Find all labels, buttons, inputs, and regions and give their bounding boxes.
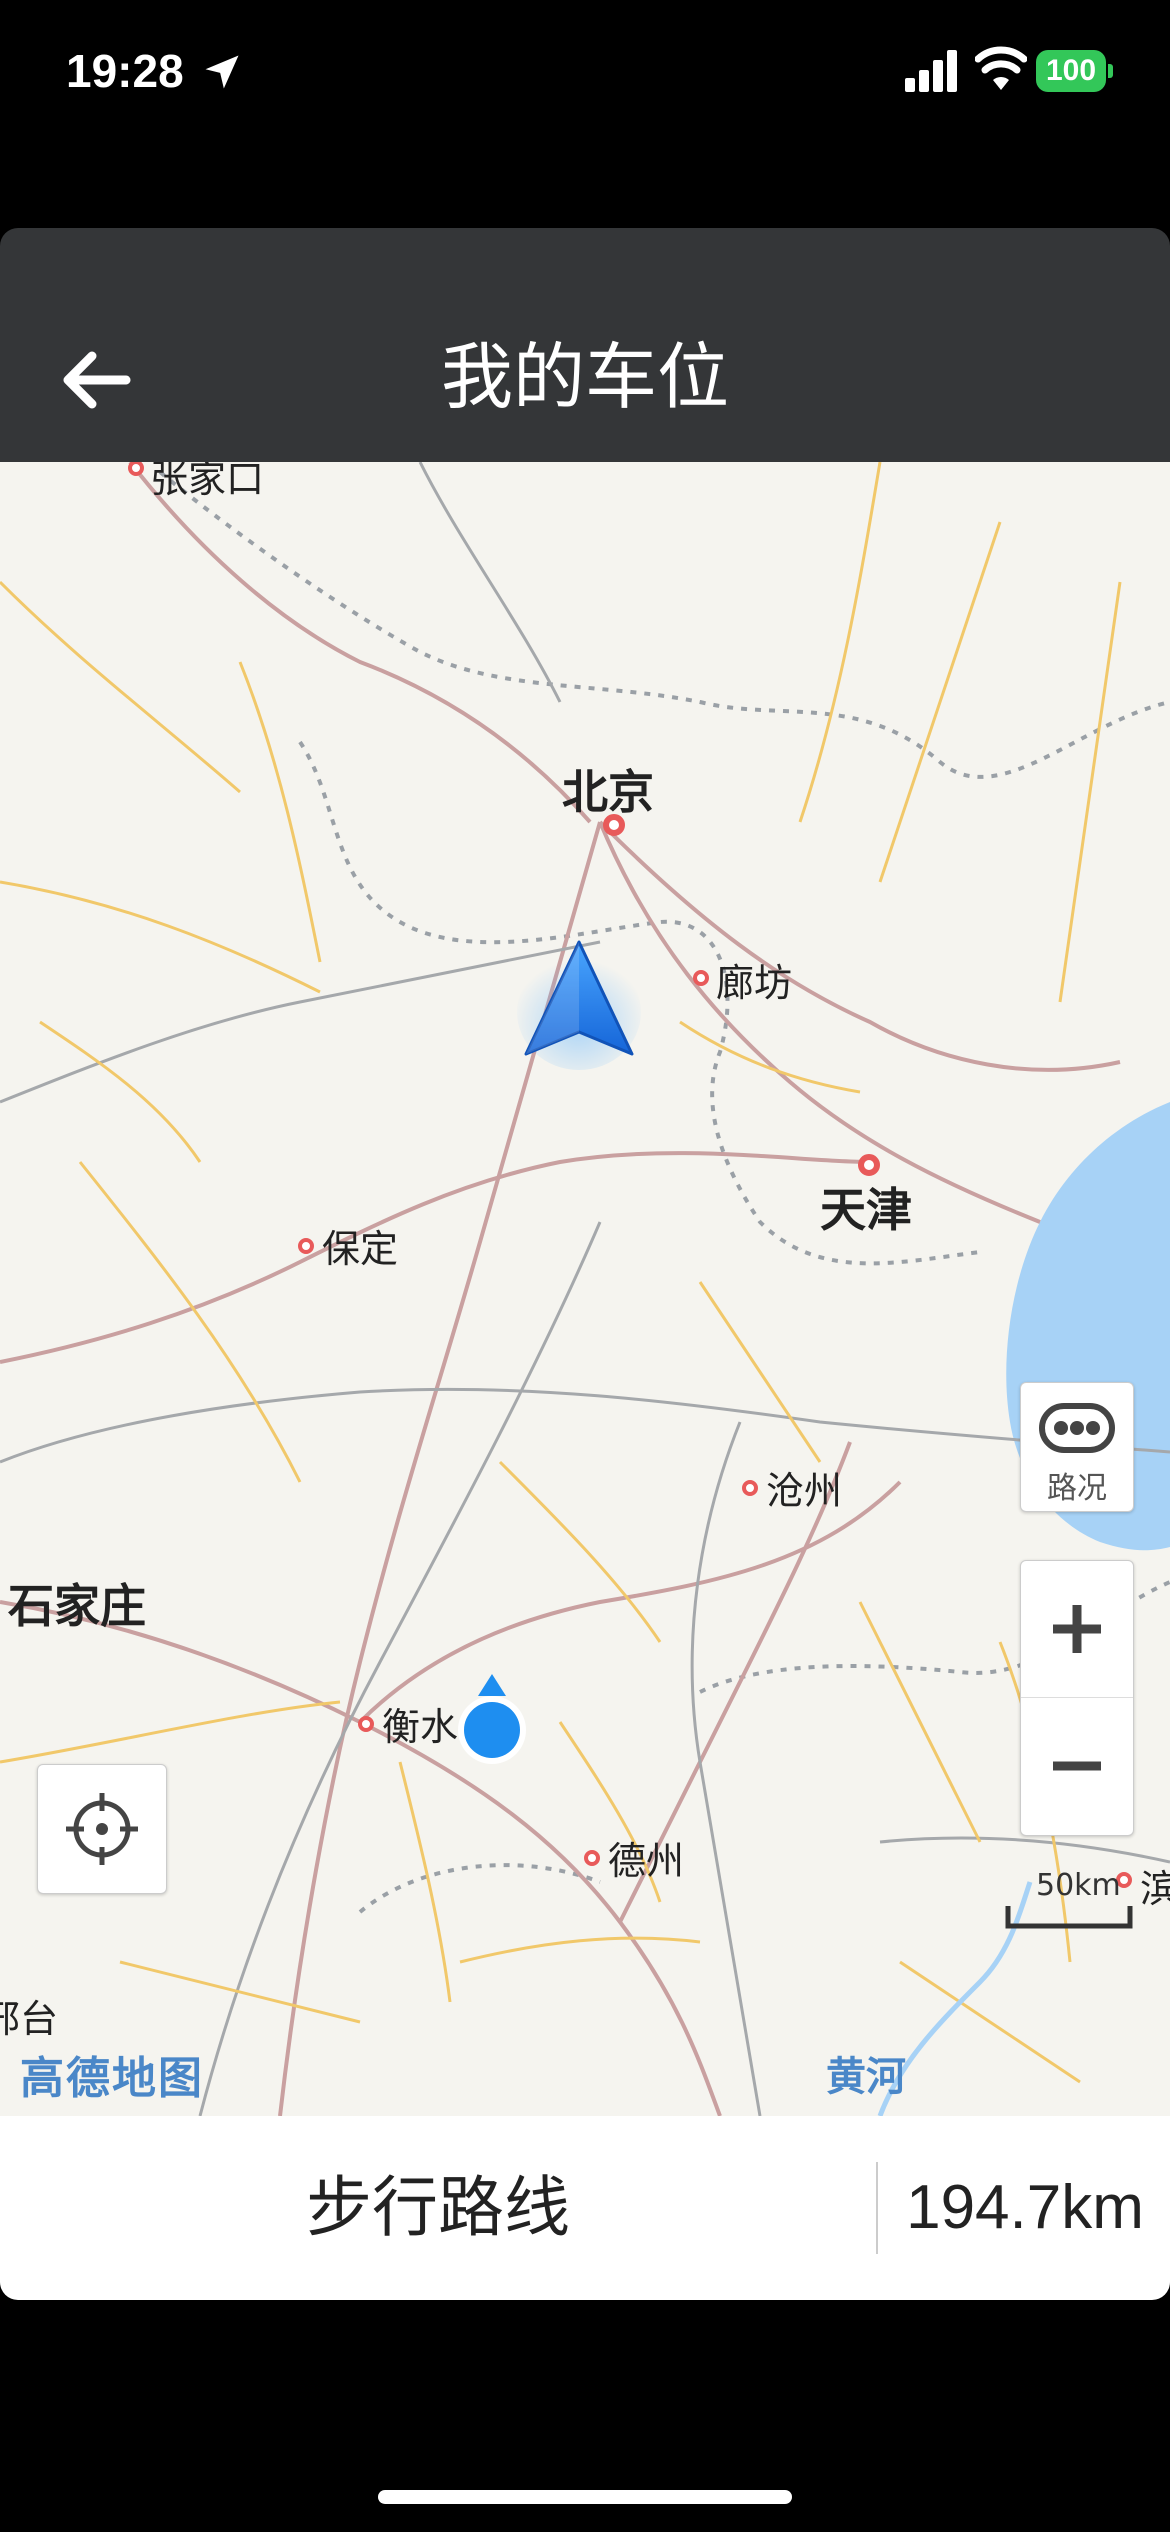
minus-icon [1053,1761,1101,1771]
city-label-beijing: 北京 [562,765,654,819]
traffic-label: 路况 [1047,1471,1107,1506]
city-label-dezhou: 德州 [608,1839,685,1883]
status-bar: 19:28 100 [0,0,1170,150]
map-brand-logo: 高德地图 [20,2053,204,2104]
city-label-tianjin: 天津 [820,1183,912,1237]
zoom-out-button[interactable] [1021,1698,1133,1835]
map-scale-bar [1005,1906,1133,1929]
zoom-controls [1020,1560,1134,1836]
status-time: 19:28 [66,45,184,97]
map-view[interactable]: 张家口 北京 廊坊 天津 保定 沧州 石家庄 衡水 德州 邢台 滨 黄河 路况 … [0,462,1170,2116]
crosshair-icon [66,1793,138,1865]
city-label-xingtai: 邢台 [0,1997,59,2041]
city-dot-tianjin [858,1154,880,1176]
traffic-icon [1039,1403,1115,1453]
locate-me-button[interactable] [37,1764,167,1894]
page-title: 我的车位 [440,335,729,419]
battery-icon: 100 [1036,50,1114,92]
divider [876,2162,878,2254]
battery-tip [1108,64,1113,78]
location-arrow-icon [205,55,239,89]
city-label-langfang: 廊坊 [716,961,793,1005]
zoom-in-button[interactable] [1021,1561,1133,1698]
city-dot-baoding [298,1238,314,1254]
user-location-icon [458,1674,526,1764]
car-location-arrow-icon[interactable] [514,932,644,1072]
city-dot-cangzhou [742,1480,758,1496]
city-label-shijiazhuang: 石家庄 [8,1579,146,1633]
river-label: 黄河 [826,2054,906,2100]
battery-level: 100 [1036,50,1106,92]
traffic-toggle-button[interactable]: 路况 [1020,1382,1134,1512]
wifi-icon [975,46,1027,90]
cellular-signal-icon [905,50,957,92]
map-base [0,462,1170,2116]
city-label-bin: 滨 [1140,1867,1170,1911]
walk-route-button[interactable]: 步行路线 [0,2116,876,2300]
city-label-hengshui: 衡水 [382,1705,459,1749]
map-scale-label: 50km [1036,1868,1121,1903]
city-dot-langfang [693,970,709,986]
home-indicator[interactable] [378,2490,792,2504]
city-dot-hengshui [358,1716,374,1732]
distance-value: 194.7km [906,2173,1144,2242]
city-label-baoding: 保定 [322,1227,399,1271]
city-label-zhangjiakou: 张家口 [150,462,265,501]
city-dot-dezhou [584,1850,600,1866]
city-label-cangzhou: 沧州 [766,1469,843,1513]
plus-icon [1053,1605,1101,1653]
bottom-bar: 步行路线 194.7km [0,2116,1170,2300]
